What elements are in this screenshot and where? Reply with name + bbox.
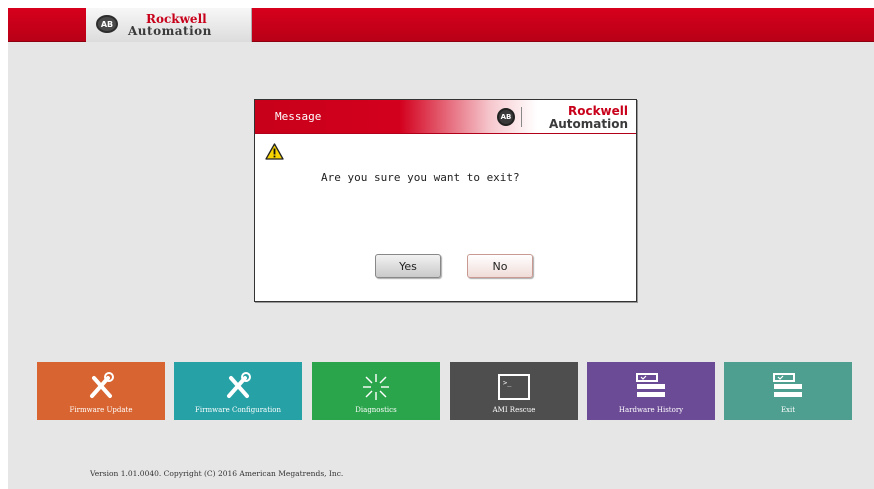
no-button[interactable]: No xyxy=(467,254,533,278)
dialog-title-bar: Message AB Rockwell Automation xyxy=(255,100,636,134)
yes-button[interactable]: Yes xyxy=(375,254,441,278)
tile-diagnostics[interactable]: Diagnostics xyxy=(312,362,440,420)
version-footer: Version 1.01.0040. Copyright (C) 2016 Am… xyxy=(90,469,344,478)
screen: AB Rockwell Automation Firmware Update F… xyxy=(8,8,874,489)
logo-divider xyxy=(521,107,522,127)
dialog-brand-logo: Rockwell Automation xyxy=(549,105,628,131)
starburst-icon xyxy=(363,374,389,400)
tile-firmware-update[interactable]: Firmware Update xyxy=(37,362,165,420)
svg-text:>_: >_ xyxy=(503,379,512,387)
tile-exit[interactable]: Exit xyxy=(724,362,852,420)
dialog-title: Message xyxy=(275,110,322,123)
tools-icon xyxy=(90,372,114,398)
tile-label: Firmware Configuration xyxy=(195,406,281,414)
exit-confirm-dialog: Message AB Rockwell Automation Are you s… xyxy=(254,99,637,302)
tools-icon xyxy=(227,372,251,398)
tile-ami-rescue[interactable]: >_ AMI Rescue xyxy=(450,362,578,420)
brand-line2: Automation xyxy=(128,24,212,38)
brand-logo: Rockwell Automation xyxy=(128,13,212,37)
terminal-icon: >_ xyxy=(498,374,530,400)
tile-firmware-configuration[interactable]: Firmware Configuration xyxy=(174,362,302,420)
tile-label: AMI Rescue xyxy=(492,406,536,414)
tile-label: Exit xyxy=(780,406,796,414)
dialog-message: Are you sure you want to exit? xyxy=(321,171,520,184)
tile-label: Hardware History xyxy=(618,406,684,414)
allen-bradley-logo-icon: AB xyxy=(96,15,118,33)
brand-line2: Automation xyxy=(548,117,628,131)
tile-hardware-history[interactable]: Hardware History xyxy=(587,362,715,420)
warning-icon xyxy=(265,143,284,160)
allen-bradley-logo-icon: AB xyxy=(497,108,515,126)
form-icon xyxy=(773,373,802,397)
form-icon xyxy=(636,373,665,397)
tile-label: Diagnostics xyxy=(355,406,397,414)
tile-label: Firmware Update xyxy=(69,406,133,414)
header-bar: AB Rockwell Automation xyxy=(8,8,874,42)
